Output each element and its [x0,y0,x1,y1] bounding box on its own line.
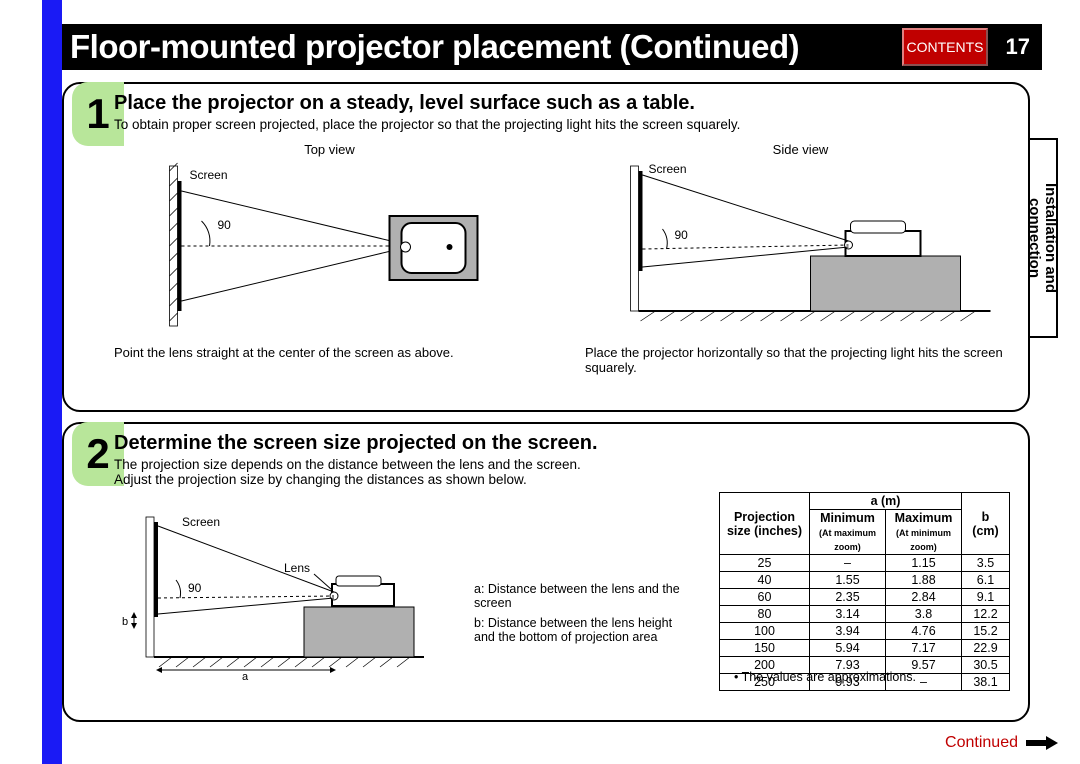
page-number: 17 [1006,34,1030,60]
table-row: 1003.944.7615.2 [720,623,1010,640]
side-blue-bar [42,0,62,764]
top-view-caption: Point the lens straight at the center of… [114,345,545,360]
th-bcm: b (cm) [962,493,1010,555]
table-row: 25–1.153.5 [720,555,1010,572]
contents-button[interactable]: CONTENTS [902,28,988,66]
th-am: a (m) [810,493,962,510]
step2-sub1: The projection size depends on the dista… [114,457,1016,472]
side-view-diagram: Screen 90 [585,161,1016,339]
projection-table: Projection size (inches) a (m) b (cm) Mi… [719,492,1010,691]
screen-label: Screen [182,515,220,529]
continued-label: Continued [945,734,1018,752]
legend-a: a: Distance between the lens and the scr… [474,582,684,610]
step2-sub2: Adjust the projection size by changing t… [114,472,1016,487]
side-view-title: Side view [585,142,1016,157]
table-row: 803.143.812.2 [720,606,1010,623]
svg-text:90: 90 [218,218,232,232]
svg-text:b: b [122,616,128,628]
svg-text:90: 90 [188,581,202,595]
step1-heading: Place the projector on a steady, level s… [114,92,1016,115]
svg-text:Screen: Screen [649,162,687,176]
step1-sub: To obtain proper screen projected, place… [114,117,1016,132]
th-projsize: Projection size (inches) [720,493,810,555]
page-title: Floor-mounted projector placement (Conti… [62,28,799,66]
step2-diagram: Screen Lens 90 b a [114,512,434,682]
th-min: Minimum(At maximum zoom) [810,510,886,555]
step-card-1: 1 Place the projector on a steady, level… [62,82,1030,412]
side-view-caption: Place the projector horizontally so that… [585,345,1016,375]
contents-label: CONTENTS [907,39,984,55]
svg-text:90: 90 [675,228,689,242]
step2-heading: Determine the screen size projected on t… [114,432,1016,455]
table-row: 602.352.849.1 [720,589,1010,606]
top-view-diagram: Screen 90 [114,161,545,339]
section-tab-label: Installation and connection [1026,183,1058,293]
th-max: Maximum(At minimum zoom) [886,510,962,555]
step-card-2: 2 Determine the screen size projected on… [62,422,1030,722]
table-row: 1505.947.1722.9 [720,640,1010,657]
top-view-title: Top view [114,142,545,157]
page-header: Floor-mounted projector placement (Conti… [62,24,1042,70]
side-view-column: Side view [585,142,1016,375]
top-view-column: Top view [114,142,545,375]
svg-text:Screen: Screen [190,168,228,182]
lens-label: Lens [284,561,310,575]
svg-text:a: a [242,671,249,682]
table-row: 401.551.886.1 [720,572,1010,589]
continued-arrow-icon [1026,736,1058,750]
section-tab[interactable]: Installation and connection [1028,138,1058,338]
legend-b: b: Distance between the lens height and … [474,616,684,644]
table-note: • The values are approximations. [734,670,916,684]
legend-block: a: Distance between the lens and the scr… [474,582,684,644]
